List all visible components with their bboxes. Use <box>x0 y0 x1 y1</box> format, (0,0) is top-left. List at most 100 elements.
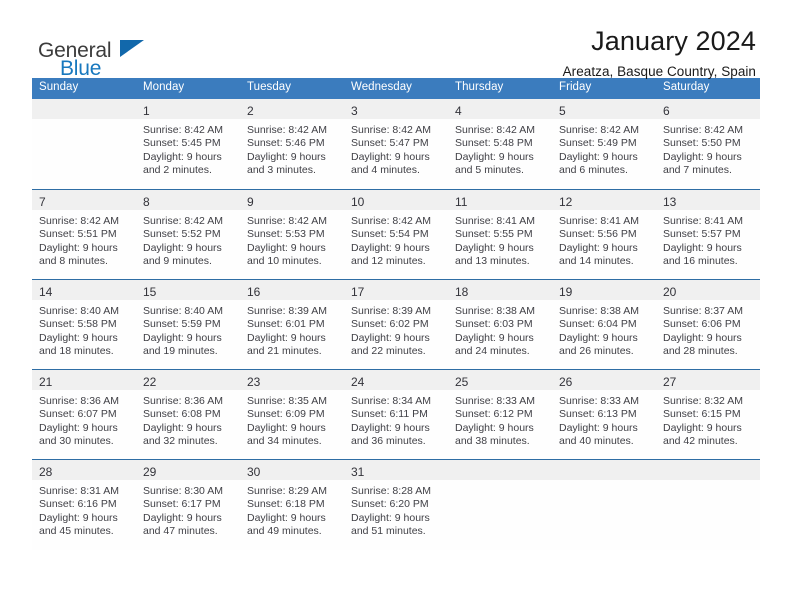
sunrise-text: Sunrise: 8:42 AM <box>39 215 119 227</box>
day-sun-info: Sunrise: 8:42 AM Sunset: 5:50 PM Daylight:… <box>656 119 760 178</box>
daylight-text: Daylight: 9 hours <box>143 421 222 434</box>
calendar-day-cell[interactable]: 16 Sunrise: 8:39 AM Sunset: 6:01 PM Dayligh… <box>240 280 344 369</box>
day-number: 28 <box>39 465 53 479</box>
daylight-text: and 51 minutes. <box>351 525 426 538</box>
calendar-day-cell[interactable]: 8 Sunrise: 8:42 AM Sunset: 5:52 PM Daylight… <box>136 190 240 279</box>
sunset-text: Sunset: 5:58 PM <box>39 318 117 331</box>
sunrise-text: Sunrise: 8:41 AM <box>559 215 639 227</box>
daylight-text: Daylight: 9 hours <box>39 511 118 524</box>
sunset-text: Sunset: 5:52 PM <box>143 228 221 241</box>
calendar-day-cell[interactable]: 22 Sunrise: 8:36 AM Sunset: 6:08 PM Dayligh… <box>136 370 240 459</box>
daylight-text: and 22 minutes. <box>351 345 426 358</box>
sunrise-text: Sunrise: 8:41 AM <box>455 215 535 227</box>
day-number-band: 11 <box>448 190 552 210</box>
logo-triangle-icon <box>120 40 144 57</box>
sunrise-text: Sunrise: 8:32 AM <box>663 395 743 407</box>
day-sun-info: Sunrise: 8:42 AM Sunset: 5:48 PM Daylight:… <box>448 119 552 178</box>
daylight-text: and 26 minutes. <box>559 345 634 358</box>
calendar-day-cell[interactable]: 21 Sunrise: 8:36 AM Sunset: 6:07 PM Dayligh… <box>32 370 136 459</box>
calendar-day-cell[interactable]: 1 Sunrise: 8:42 AM Sunset: 5:45 PM Daylight… <box>136 99 240 189</box>
day-number-band: 12 <box>552 190 656 210</box>
sunrise-text: Sunrise: 8:29 AM <box>247 485 327 497</box>
calendar-day-cell[interactable]: 28 Sunrise: 8:31 AM Sunset: 6:16 PM Dayligh… <box>32 460 136 550</box>
day-sun-info: Sunrise: 8:42 AM Sunset: 5:52 PM Daylight:… <box>136 210 240 269</box>
day-number: 19 <box>559 285 573 299</box>
day-sun-info: Sunrise: 8:42 AM Sunset: 5:47 PM Daylight:… <box>344 119 448 178</box>
calendar-day-cell[interactable]: 5 Sunrise: 8:42 AM Sunset: 5:49 PM Daylight… <box>552 99 656 189</box>
day-number-band: 13 <box>656 190 760 210</box>
daylight-text: and 13 minutes. <box>455 255 530 268</box>
day-number: 1 <box>143 104 150 118</box>
day-sun-info: Sunrise: 8:42 AM Sunset: 5:51 PM Daylight:… <box>32 210 136 269</box>
sunrise-text: Sunrise: 8:40 AM <box>143 305 223 317</box>
calendar-day-cell[interactable]: 15 Sunrise: 8:40 AM Sunset: 5:59 PM Dayligh… <box>136 280 240 369</box>
sunrise-text: Sunrise: 8:31 AM <box>39 485 119 497</box>
daylight-text: Daylight: 9 hours <box>455 150 534 163</box>
calendar-day-cell[interactable]: 29 Sunrise: 8:30 AM Sunset: 6:17 PM Dayligh… <box>136 460 240 550</box>
weekday-header-sunday: Sunday <box>39 81 79 93</box>
daylight-text: and 12 minutes. <box>351 255 426 268</box>
sunrise-text: Sunrise: 8:38 AM <box>455 305 535 317</box>
sunrise-text: Sunrise: 8:42 AM <box>455 124 535 136</box>
day-sun-info: Sunrise: 8:33 AM Sunset: 6:12 PM Daylight:… <box>448 390 552 449</box>
daylight-text: and 3 minutes. <box>247 164 316 177</box>
calendar-day-cell[interactable]: 30 Sunrise: 8:29 AM Sunset: 6:18 PM Dayligh… <box>240 460 344 550</box>
calendar-day-cell[interactable]: 11 Sunrise: 8:41 AM Sunset: 5:55 PM Dayligh… <box>448 190 552 279</box>
daylight-text: Daylight: 9 hours <box>559 331 638 344</box>
sunset-text: Sunset: 6:11 PM <box>351 408 428 421</box>
sunset-text: Sunset: 6:18 PM <box>247 498 325 511</box>
calendar-day-cell[interactable]: 14 Sunrise: 8:40 AM Sunset: 5:58 PM Dayligh… <box>32 280 136 369</box>
calendar-day-cell[interactable]: 17 Sunrise: 8:39 AM Sunset: 6:02 PM Dayligh… <box>344 280 448 369</box>
calendar-day-cell[interactable]: 10 Sunrise: 8:42 AM Sunset: 5:54 PM Dayligh… <box>344 190 448 279</box>
sunset-text: Sunset: 5:55 PM <box>455 228 533 241</box>
sunset-text: Sunset: 6:17 PM <box>143 498 221 511</box>
calendar-weeks: 1 Sunrise: 8:42 AM Sunset: 5:45 PM Daylight… <box>32 99 760 550</box>
daylight-text: and 7 minutes. <box>663 164 732 177</box>
day-number-band: 27 <box>656 370 760 390</box>
sunrise-text: Sunrise: 8:34 AM <box>351 395 431 407</box>
day-number: 16 <box>247 285 261 299</box>
calendar-day-cell[interactable]: 26 Sunrise: 8:33 AM Sunset: 6:13 PM Dayligh… <box>552 370 656 459</box>
sunrise-text: Sunrise: 8:41 AM <box>663 215 743 227</box>
day-number-band <box>656 460 760 480</box>
daylight-text: Daylight: 9 hours <box>143 331 222 344</box>
day-number: 30 <box>247 465 261 479</box>
day-sun-info: Sunrise: 8:38 AM Sunset: 6:03 PM Daylight:… <box>448 300 552 359</box>
daylight-text: and 4 minutes. <box>351 164 420 177</box>
calendar-day-cell[interactable]: 31 Sunrise: 8:28 AM Sunset: 6:20 PM Dayligh… <box>344 460 448 550</box>
calendar-day-cell[interactable]: 19 Sunrise: 8:38 AM Sunset: 6:04 PM Dayligh… <box>552 280 656 369</box>
calendar-day-cell[interactable]: 27 Sunrise: 8:32 AM Sunset: 6:15 PM Dayligh… <box>656 370 760 459</box>
day-sun-info: Sunrise: 8:31 AM Sunset: 6:16 PM Daylight:… <box>32 480 136 539</box>
calendar-day-cell[interactable]: 9 Sunrise: 8:42 AM Sunset: 5:53 PM Daylight… <box>240 190 344 279</box>
calendar-day-cell[interactable]: 4 Sunrise: 8:42 AM Sunset: 5:48 PM Daylight… <box>448 99 552 189</box>
day-number: 21 <box>39 375 53 389</box>
calendar-day-cell[interactable]: 24 Sunrise: 8:34 AM Sunset: 6:11 PM Dayligh… <box>344 370 448 459</box>
sunrise-text: Sunrise: 8:37 AM <box>663 305 743 317</box>
calendar-day-cell[interactable]: 6 Sunrise: 8:42 AM Sunset: 5:50 PM Daylight… <box>656 99 760 189</box>
calendar-day-cell[interactable]: 3 Sunrise: 8:42 AM Sunset: 5:47 PM Daylight… <box>344 99 448 189</box>
calendar-day-cell[interactable]: 2 Sunrise: 8:42 AM Sunset: 5:46 PM Daylight… <box>240 99 344 189</box>
calendar-day-cell[interactable]: 13 Sunrise: 8:41 AM Sunset: 5:57 PM Dayligh… <box>656 190 760 279</box>
calendar-page: General Blue January 2024 Areatza, Basqu… <box>0 0 792 612</box>
calendar-day-cell[interactable]: 25 Sunrise: 8:33 AM Sunset: 6:12 PM Dayligh… <box>448 370 552 459</box>
calendar-day-cell[interactable]: 12 Sunrise: 8:41 AM Sunset: 5:56 PM Dayligh… <box>552 190 656 279</box>
day-number-band: 18 <box>448 280 552 300</box>
daylight-text: and 34 minutes. <box>247 435 322 448</box>
calendar-day-cell[interactable]: 20 Sunrise: 8:37 AM Sunset: 6:06 PM Dayligh… <box>656 280 760 369</box>
day-number: 9 <box>247 195 254 209</box>
calendar-week-row: 28 Sunrise: 8:31 AM Sunset: 6:16 PM Dayligh… <box>32 459 760 550</box>
weekday-header-tuesday: Tuesday <box>247 81 292 93</box>
calendar-day-cell[interactable]: 23 Sunrise: 8:35 AM Sunset: 6:09 PM Dayligh… <box>240 370 344 459</box>
sunrise-text: Sunrise: 8:42 AM <box>247 124 327 136</box>
sunrise-text: Sunrise: 8:42 AM <box>143 124 223 136</box>
page-subtitle: Areatza, Basque Country, Spain <box>562 64 756 80</box>
calendar-day-cell[interactable]: 18 Sunrise: 8:38 AM Sunset: 6:03 PM Dayligh… <box>448 280 552 369</box>
sunset-text: Sunset: 5:53 PM <box>247 228 325 241</box>
daylight-text: Daylight: 9 hours <box>39 331 118 344</box>
day-number-band: 26 <box>552 370 656 390</box>
day-sun-info: Sunrise: 8:42 AM Sunset: 5:53 PM Daylight:… <box>240 210 344 269</box>
sunrise-text: Sunrise: 8:39 AM <box>351 305 431 317</box>
calendar-day-cell[interactable]: 7 Sunrise: 8:42 AM Sunset: 5:51 PM Daylight… <box>32 190 136 279</box>
sunset-text: Sunset: 6:02 PM <box>351 318 429 331</box>
day-number: 12 <box>559 195 573 209</box>
